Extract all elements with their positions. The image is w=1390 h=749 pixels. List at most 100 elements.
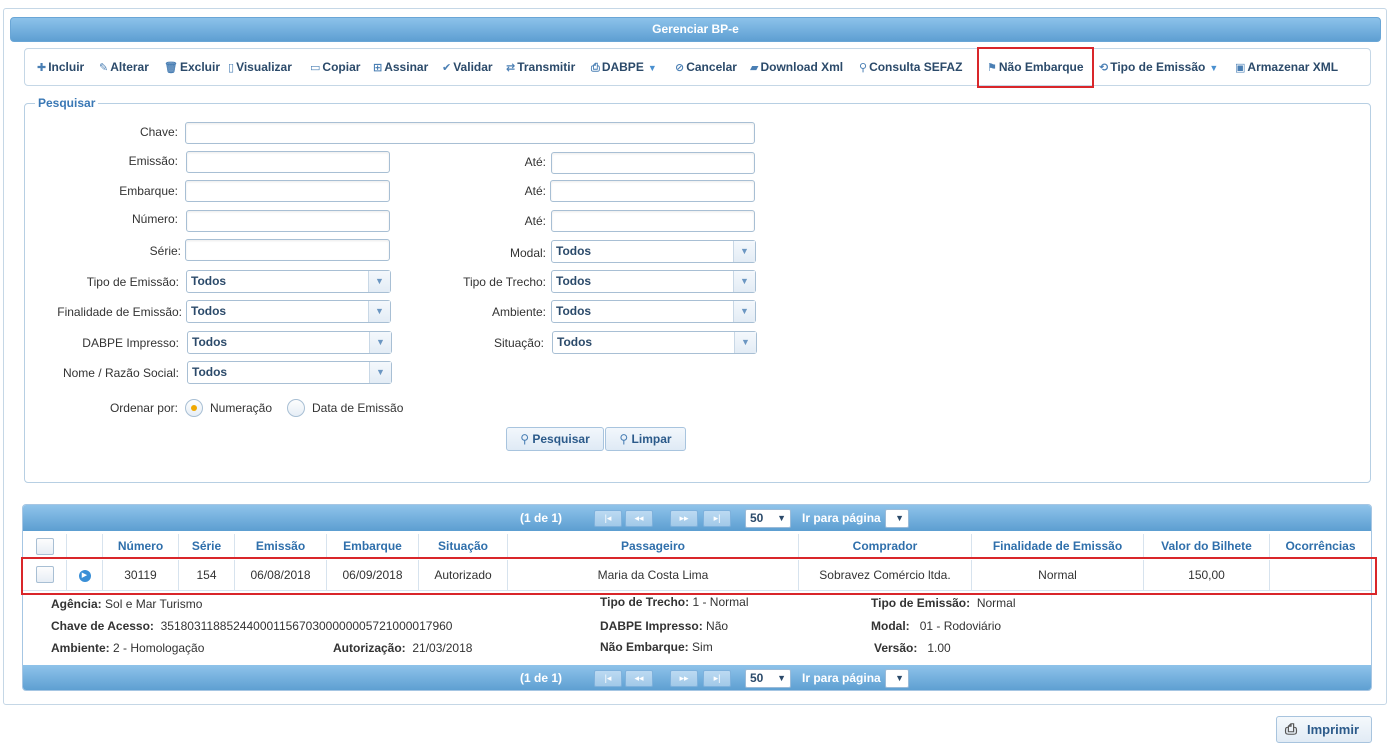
col-comprador[interactable]: Comprador bbox=[799, 534, 972, 558]
situacao-label: Situação: bbox=[493, 336, 544, 350]
folder-icon: ▰ bbox=[750, 62, 759, 74]
rows-per-page-select[interactable]: 50 ▼ bbox=[745, 669, 791, 688]
goto-page-select[interactable]: ▼ bbox=[885, 669, 909, 688]
detail-versao: Versão: 1.00 bbox=[874, 641, 951, 655]
alterar-button[interactable]: ✎ Alterar bbox=[99, 58, 149, 76]
autorizacao-label: Autorização: bbox=[333, 641, 406, 655]
dabpe-impresso-select[interactable]: Todos ▼ bbox=[187, 331, 392, 354]
numero-start-input[interactable] bbox=[186, 210, 390, 232]
tipo-emissao-detail-value: Normal bbox=[976, 596, 1016, 610]
numeracao-radio[interactable] bbox=[185, 399, 203, 417]
imprimir-button[interactable]: ⎙ Imprimir bbox=[1276, 716, 1372, 743]
col-numero[interactable]: Número bbox=[103, 534, 179, 558]
col-situacao[interactable]: Situação bbox=[419, 534, 508, 558]
visualizar-button[interactable]: ▯ Visualizar bbox=[228, 58, 292, 76]
finalidade-select[interactable]: Todos ▼ bbox=[186, 300, 391, 323]
detail-tipo-trecho: Tipo de Trecho: 1 - Normal bbox=[600, 595, 748, 609]
pager-top: (1 de 1) |◂ ◂◂ ▸▸ ▸| 50 ▼ Ir para página … bbox=[23, 505, 1371, 531]
pesquisar-button-label: Pesquisar bbox=[532, 432, 590, 446]
refresh-icon: ⟲ bbox=[1099, 62, 1109, 74]
versao-label: Versão: bbox=[874, 641, 918, 655]
next-page-button[interactable]: ▸▸ bbox=[670, 670, 698, 687]
chevron-down-icon: ▼ bbox=[895, 673, 904, 683]
last-page-button[interactable]: ▸| bbox=[703, 670, 731, 687]
cancelar-button[interactable]: ⊘ Cancelar bbox=[675, 58, 737, 76]
nao-embarque-highlight bbox=[977, 47, 1094, 88]
excluir-button[interactable]: 🗑 Excluir bbox=[164, 58, 220, 76]
modal-select[interactable]: Todos ▼ bbox=[551, 240, 756, 263]
ambiente-select[interactable]: Todos ▼ bbox=[551, 300, 756, 323]
next-page-button[interactable]: ▸▸ bbox=[670, 510, 698, 527]
emissao-ate-label: Até: bbox=[524, 155, 546, 169]
serie-input[interactable] bbox=[185, 239, 390, 261]
numero-ate-label: Até: bbox=[524, 214, 546, 228]
consulta-sefaz-button[interactable]: ⚲ Consulta SEFAZ bbox=[859, 58, 962, 76]
limpar-button[interactable]: ⚲ Limpar bbox=[605, 427, 686, 451]
copiar-button[interactable]: ▭ Copiar bbox=[310, 58, 360, 76]
trash-icon: 🗑 bbox=[164, 62, 178, 74]
first-page-button[interactable]: |◂ bbox=[594, 670, 622, 687]
modal-detail-label: Modal: bbox=[871, 619, 910, 633]
armazenar-xml-button[interactable]: ▣ Armazenar XML bbox=[1235, 58, 1338, 76]
pesquisar-button[interactable]: ⚲ Pesquisar bbox=[506, 427, 604, 451]
eraser-icon: ⚲ bbox=[619, 432, 632, 446]
prev-page-button[interactable]: ◂◂ bbox=[625, 670, 653, 687]
serie-label: Série: bbox=[149, 244, 181, 258]
printer-icon: ⎙ bbox=[1285, 721, 1298, 738]
assinar-button[interactable]: ⊞ Assinar bbox=[373, 58, 428, 76]
emissao-end-input[interactable] bbox=[551, 152, 755, 174]
toolbar: ✚ Incluir ✎ Alterar 🗑 Excluir ▯ Visualizar ▭… bbox=[24, 48, 1371, 86]
embarque-end-input[interactable] bbox=[550, 180, 755, 202]
ambiente-detail-label: Ambiente: bbox=[51, 641, 110, 655]
page-info: (1 de 1) bbox=[520, 671, 563, 685]
prev-page-button[interactable]: ◂◂ bbox=[625, 510, 653, 527]
col-serie[interactable]: Série bbox=[179, 534, 235, 558]
tipo-emissao-detail-label: Tipo de Emissão: bbox=[871, 596, 971, 610]
numero-end-input[interactable] bbox=[551, 210, 755, 232]
transmitir-button[interactable]: ⇄ Transmitir bbox=[506, 58, 575, 76]
select-all-checkbox[interactable] bbox=[36, 538, 54, 555]
emissao-label: Emissão: bbox=[128, 154, 178, 168]
detail-ambiente: Ambiente: 2 - Homologação bbox=[51, 641, 204, 655]
data-emissao-radio[interactable] bbox=[287, 399, 305, 417]
numero-label: Número: bbox=[131, 212, 178, 226]
page-info: (1 de 1) bbox=[520, 511, 563, 525]
chevron-down-icon: ▼ bbox=[369, 362, 391, 383]
incluir-button[interactable]: ✚ Incluir bbox=[37, 58, 84, 76]
transmitir-label: Transmitir bbox=[517, 60, 576, 74]
excluir-label: Excluir bbox=[179, 60, 220, 74]
agencia-label: Agência: bbox=[51, 597, 102, 611]
embarque-start-input[interactable] bbox=[185, 180, 390, 202]
page-title: Gerenciar BP-e bbox=[10, 17, 1381, 42]
rows-per-page-select[interactable]: 50 ▼ bbox=[745, 509, 791, 528]
assinar-label: Assinar bbox=[384, 60, 429, 74]
tipo-emissao-select[interactable]: Todos ▼ bbox=[186, 270, 391, 293]
col-embarque[interactable]: Embarque bbox=[327, 534, 419, 558]
select-all-cell bbox=[23, 534, 67, 558]
col-emissao[interactable]: Emissão bbox=[235, 534, 327, 558]
tipo-emissao-dropdown[interactable]: ⟲ Tipo de Emissão ▼ bbox=[1099, 58, 1218, 76]
situacao-select-value: Todos bbox=[557, 335, 593, 349]
nome-razao-select[interactable]: Todos ▼ bbox=[187, 361, 392, 384]
emissao-start-input[interactable] bbox=[186, 151, 390, 173]
dabpe-detail-label: DABPE Impresso: bbox=[600, 619, 703, 633]
chave-input[interactable] bbox=[185, 122, 755, 144]
last-page-button[interactable]: ▸| bbox=[703, 510, 731, 527]
agencia-value: Sol e Mar Turismo bbox=[105, 597, 203, 611]
col-ocorrencias[interactable]: Ocorrências bbox=[1270, 534, 1371, 558]
download-xml-button[interactable]: ▰ Download Xml bbox=[750, 58, 843, 76]
chevron-down-icon: ▼ bbox=[777, 673, 786, 683]
goto-page-select[interactable]: ▼ bbox=[885, 509, 909, 528]
col-valor[interactable]: Valor do Bilhete bbox=[1144, 534, 1270, 558]
modal-detail-value: 01 - Rodoviário bbox=[919, 619, 1002, 633]
col-passageiro[interactable]: Passageiro bbox=[508, 534, 799, 558]
situacao-select[interactable]: Todos ▼ bbox=[552, 331, 757, 354]
dabpe-dropdown[interactable]: ⎙ DABPE ▼ bbox=[591, 58, 657, 76]
validar-button[interactable]: ✔ Validar bbox=[442, 58, 493, 76]
armazenar-xml-label: Armazenar XML bbox=[1247, 60, 1339, 74]
ambiente-detail-value: 2 - Homologação bbox=[113, 641, 205, 655]
first-page-button[interactable]: |◂ bbox=[594, 510, 622, 527]
chevron-down-icon: ▼ bbox=[733, 271, 755, 292]
col-finalidade[interactable]: Finalidade de Emissão bbox=[972, 534, 1144, 558]
tipo-trecho-select[interactable]: Todos ▼ bbox=[551, 270, 756, 293]
